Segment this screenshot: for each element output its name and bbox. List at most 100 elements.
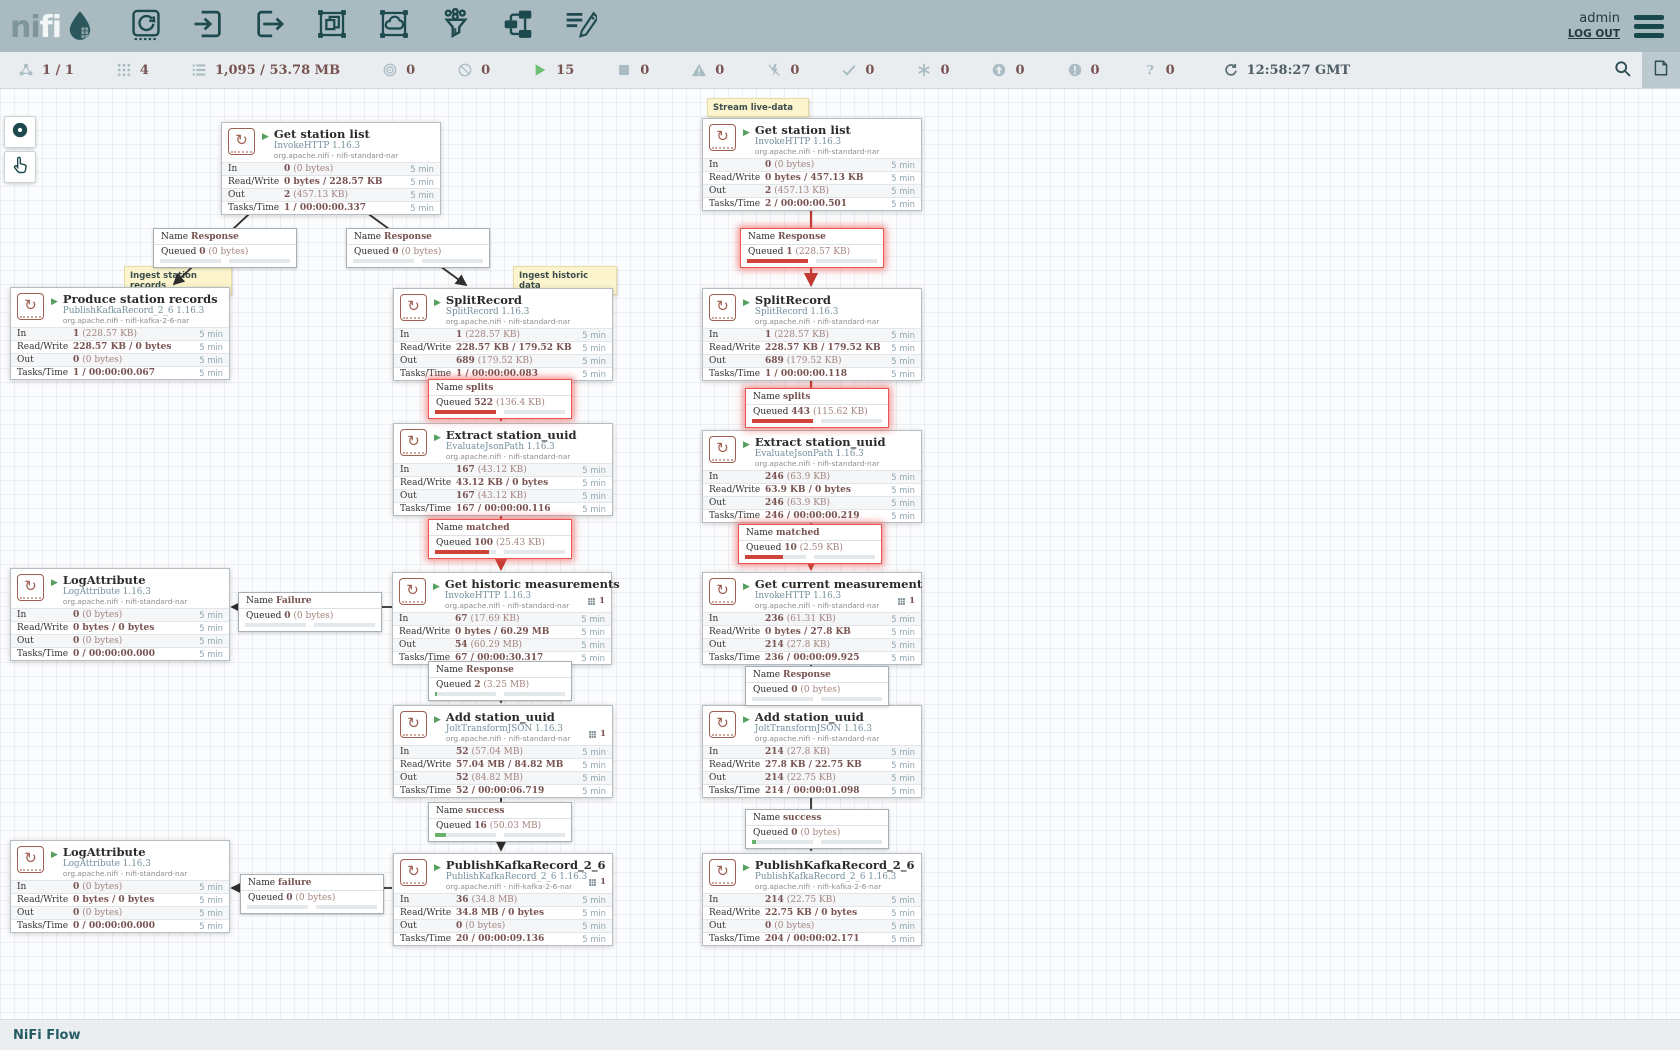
relationship-name: splits — [783, 392, 810, 402]
backpressure-bars — [429, 691, 571, 700]
nifi-app: ni fi admin LOG OUT 1 / 141,095 / 53.78 … — [0, 0, 1680, 1050]
running-icon — [532, 62, 548, 78]
backpressure-bars — [746, 839, 888, 848]
stale-icon — [991, 62, 1007, 78]
canvas[interactable]: Ingest station recordsIngest historic da… — [0, 88, 1680, 1050]
connection-response[interactable]: Name Response Queued 0 (0 bytes) — [745, 666, 889, 706]
logout-link[interactable]: LOG OUT — [1568, 28, 1620, 41]
status-count: 0 — [1166, 63, 1175, 78]
queued-size: (0 bytes) — [293, 611, 333, 621]
connection-splits[interactable]: Name splits Queued 443 (115.62 KB) — [745, 388, 889, 428]
queued-count: 1 — [786, 247, 792, 257]
queued-size: (228.57 KB) — [795, 247, 850, 257]
sync-failure-icon: ? — [1142, 62, 1158, 78]
size-backpressure-bar — [504, 550, 565, 554]
template-button[interactable] — [499, 7, 537, 45]
size-backpressure-bar — [316, 905, 377, 909]
status-running: 15 — [532, 62, 574, 78]
queued-size: (25.43 KB) — [496, 538, 545, 548]
status-count: 0 — [640, 63, 649, 78]
status-count: 0 — [406, 63, 415, 78]
connection-response[interactable]: Name Response Queued 0 (0 bytes) — [153, 228, 297, 268]
connection-response[interactable]: Name Response Queued 2 (3.25 MB) — [428, 661, 572, 701]
input-port-button[interactable] — [189, 7, 227, 45]
connection-splits[interactable]: Name splits Queued 522 (136.4 KB) — [428, 379, 572, 419]
queued-count: 0 — [286, 893, 292, 903]
connection-success[interactable]: Name success Queued 16 (50.03 MB) — [428, 802, 572, 842]
queued-size: (3.25 MB) — [483, 680, 529, 690]
last-refresh-time: 12:58:27 GMT — [1247, 63, 1351, 78]
nifi-drop-icon — [63, 9, 97, 43]
disabled-icon — [766, 62, 782, 78]
queued-size: (0 bytes) — [800, 828, 840, 838]
nifi-logo: ni fi — [10, 9, 97, 43]
backpressure-bars — [241, 904, 383, 913]
object-backpressure-bar — [435, 833, 496, 837]
connection-success[interactable]: Name success Queued 0 (0 bytes) — [745, 809, 889, 849]
global-menu-button[interactable] — [1634, 15, 1664, 38]
queued-count: 16 — [474, 821, 487, 831]
backpressure-bars — [746, 696, 888, 705]
refresh-status[interactable]: 12:58:27 GMT — [1223, 62, 1351, 78]
output-port-icon — [253, 7, 287, 45]
up-to-date-icon — [841, 62, 857, 78]
top-toolbar: ni fi admin LOG OUT — [0, 0, 1680, 52]
size-backpressure-bar — [504, 410, 565, 414]
connection-response[interactable]: Name Response Queued 0 (0 bytes) — [346, 228, 490, 268]
status-count: 0 — [865, 63, 874, 78]
search-icon — [1613, 59, 1632, 82]
label-icon — [563, 7, 597, 45]
queued-count: 0 — [199, 247, 205, 257]
status-stale: 0 — [991, 62, 1024, 78]
breadcrumb[interactable]: NiFi Flow — [13, 1028, 80, 1043]
funnel-button[interactable] — [437, 7, 475, 45]
operate-palette-button[interactable] — [4, 151, 36, 183]
logo-text-fi: fi — [40, 13, 61, 43]
funnel-icon — [439, 7, 473, 45]
object-backpressure-bar — [435, 410, 496, 414]
size-backpressure-bar — [229, 259, 290, 263]
search-button[interactable] — [1602, 52, 1642, 88]
label-button[interactable] — [561, 7, 599, 45]
connection-response[interactable]: Name Response Queued 1 (228.57 KB) — [740, 228, 884, 268]
queued-count: 0 — [284, 611, 290, 621]
backpressure-bars — [429, 832, 571, 841]
remote-process-group-button[interactable] — [375, 7, 413, 45]
status-up-to-date: 0 — [841, 62, 874, 78]
queued-size: (136.4 KB) — [496, 398, 545, 408]
connection-failure[interactable]: Name Failure Queued 0 (0 bytes) — [238, 592, 382, 632]
object-backpressure-bar — [752, 840, 813, 844]
backpressure-bars — [739, 554, 881, 563]
processor-button[interactable] — [127, 7, 165, 45]
connection-failure[interactable]: Name failure Queued 0 (0 bytes) — [240, 874, 384, 914]
status-active-threads: 4 — [116, 62, 149, 78]
relationship-name: Response — [778, 232, 826, 242]
queued-size: (2.59 KB) — [800, 543, 843, 553]
outline-toggle-button[interactable] — [1642, 52, 1680, 88]
transmitting-icon — [382, 62, 398, 78]
queued-count: 0 — [392, 247, 398, 257]
status-queued: 1,095 / 53.78 MB — [191, 62, 340, 78]
object-backpressure-bar — [747, 259, 808, 263]
connection-matched[interactable]: Name matched Queued 100 (25.43 KB) — [428, 519, 572, 559]
hand-icon — [10, 155, 30, 179]
queued-icon — [191, 62, 207, 78]
status-count: 1,095 / 53.78 MB — [215, 63, 340, 78]
process-group-button[interactable] — [313, 7, 351, 45]
remote-process-group-icon — [377, 7, 411, 45]
output-port-button[interactable] — [251, 7, 289, 45]
queued-size: (0 bytes) — [401, 247, 441, 257]
status-disabled: 0 — [766, 62, 799, 78]
status-count: 0 — [481, 63, 490, 78]
status-stopped: 0 — [616, 62, 649, 78]
backpressure-bars — [429, 549, 571, 558]
navigate-palette-button[interactable] — [4, 116, 36, 148]
locally-modified-stale-icon — [1067, 62, 1083, 78]
component-toolbar — [127, 7, 599, 45]
connection-matched[interactable]: Name matched Queued 10 (2.59 KB) — [738, 524, 882, 564]
relationship-name: Response — [466, 665, 514, 675]
threads-icon — [116, 62, 132, 78]
backpressure-bars — [429, 409, 571, 418]
queued-count: 10 — [784, 543, 797, 553]
invalid-icon — [691, 62, 707, 78]
